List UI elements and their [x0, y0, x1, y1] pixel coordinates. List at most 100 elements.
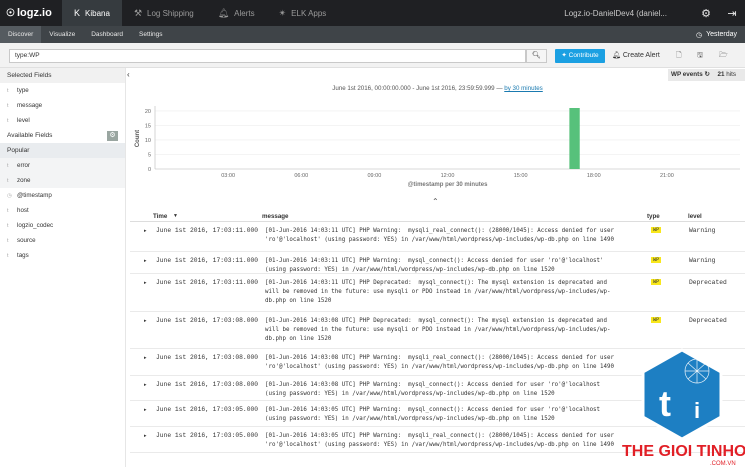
row-level: Deprecated — [689, 279, 727, 286]
row-type-badge: WP — [651, 227, 662, 233]
row-time: June 1st 2016, 17:03:05.000 — [156, 432, 259, 439]
y-axis-label: Count — [135, 130, 141, 147]
nav-elk-apps-label: ELK Apps — [291, 8, 327, 18]
collapse-chart-icon[interactable]: ⌃ — [432, 197, 439, 206]
text-type-icon: t — [7, 207, 9, 214]
row-time: June 1st 2016, 17:03:11.000 — [156, 227, 259, 234]
row-time: June 1st 2016, 17:03:11.000 — [156, 257, 259, 264]
search-button[interactable]: 🔍︎ — [526, 49, 547, 63]
timepicker-label: Yesterday — [706, 31, 737, 38]
nav-alerts[interactable]: 🔔︎ Alerts — [206, 0, 267, 26]
search-input[interactable]: type:WP — [9, 49, 526, 63]
row-time: June 1st 2016, 17:03:08.000 — [156, 354, 259, 361]
level-column-header[interactable]: level — [688, 213, 702, 220]
watermark-logo: t i THE GIOI TINHOC .COM.VN — [622, 348, 745, 467]
collapse-sidebar-icon[interactable]: ‹ — [127, 70, 130, 79]
text-type-icon: t — [7, 162, 9, 169]
text-type-icon: t — [7, 102, 9, 109]
x-tick-label: 21:00 — [660, 173, 674, 179]
expand-row-icon[interactable]: ▸ — [144, 407, 147, 413]
bell-icon: 🔔︎ — [612, 52, 621, 59]
table-row[interactable]: ▸ June 1st 2016, 17:03:08.000 [01-Jun-2016… — [130, 312, 745, 349]
time-range-header: June 1st 2016, 00:00:00.000 - June 1st 2… — [130, 85, 745, 92]
tab-visualize[interactable]: Visualize — [41, 26, 83, 43]
row-message: [01-Jun-2016 14:03:11 UTC] PHP Deprecate… — [265, 280, 611, 304]
row-type-badge: WP — [651, 257, 662, 263]
tab-dashboard[interactable]: Dashboard — [83, 26, 131, 43]
nav-elk-apps[interactable]: ✴ ELK Apps — [267, 0, 339, 26]
new-search-icon[interactable]: 🗋︎ — [676, 49, 682, 63]
svg-text:i: i — [694, 398, 700, 423]
field-label: @timestamp — [17, 192, 52, 199]
timepicker[interactable]: ◷ Yesterday — [696, 31, 745, 39]
available-fields-header: Available Fields ⚙ — [0, 128, 125, 143]
expand-row-icon[interactable]: ▸ — [144, 382, 147, 388]
time-column-header[interactable]: Time — [153, 213, 167, 220]
row-message: [01-Jun-2016 14:03:11 UTC] PHP Warning: … — [265, 228, 615, 243]
search-icon: 🔍︎ — [532, 52, 541, 59]
field-error[interactable]: t error — [0, 158, 125, 173]
field-level[interactable]: t level — [0, 113, 125, 128]
saved-search-name: WP events — [671, 71, 703, 78]
expand-row-icon[interactable]: ▸ — [144, 318, 147, 324]
available-fields-label: Available Fields — [7, 132, 53, 139]
logout-icon[interactable]: ⇥ — [719, 7, 745, 20]
reset-icon[interactable]: ↻ — [704, 71, 709, 78]
table-row[interactable]: ▸ June 1st 2016, 17:03:11.000 [01-Jun-2016… — [130, 274, 745, 312]
field-zone[interactable]: t zone — [0, 173, 125, 188]
field-type[interactable]: t type — [0, 83, 125, 98]
text-type-icon: t — [7, 117, 9, 124]
time-range-text: June 1st 2016, 00:00:00.000 - June 1st 2… — [332, 85, 503, 92]
field-logzio-codec[interactable]: t logzio_codec — [0, 218, 125, 233]
bell-icon: 🔔︎ — [217, 7, 230, 18]
documents-table: Time ▼ message type level ▸ June 1st 2016… — [130, 211, 745, 453]
row-message: [01-Jun-2016 14:03:08 UTC] PHP Warning: … — [265, 382, 601, 397]
tab-discover[interactable]: Discover — [0, 26, 42, 43]
svg-text:.COM.VN: .COM.VN — [710, 461, 736, 467]
field-sidebar: Selected Fields t type t message t level Av… — [0, 68, 126, 467]
field-host[interactable]: t host — [0, 203, 125, 218]
message-column-header[interactable]: message — [262, 213, 289, 220]
selected-fields-header: Selected Fields — [0, 68, 125, 83]
interval-link[interactable]: by 30 minutes — [504, 85, 543, 92]
logo-text: logz.io — [16, 7, 52, 19]
row-level: Deprecated — [689, 317, 727, 324]
row-level: Warning — [689, 227, 716, 234]
expand-row-icon[interactable]: ▸ — [144, 258, 147, 264]
field-label: level — [17, 117, 30, 124]
expand-row-icon[interactable]: ▸ — [144, 433, 147, 439]
create-alert-button[interactable]: 🔔︎ Create Alert — [612, 49, 660, 63]
table-row[interactable]: ▸ June 1st 2016, 17:03:11.000 [01-Jun-2016… — [130, 222, 745, 252]
expand-row-icon[interactable]: ▸ — [144, 355, 147, 361]
open-search-icon[interactable]: 🗁︎ — [719, 49, 728, 63]
nav-kibana[interactable]: K Kibana — [62, 0, 122, 26]
logzio-logo[interactable]: ☉ logz.io — [0, 0, 62, 26]
field-source[interactable]: t source — [0, 233, 125, 248]
logo-mark-icon: ☉ — [6, 7, 15, 19]
field-timestamp[interactable]: ◷ @timestamp — [0, 188, 125, 203]
save-search-icon[interactable]: 🖫︎ — [697, 49, 703, 63]
expand-row-icon[interactable]: ▸ — [144, 280, 147, 286]
field-label: host — [17, 207, 29, 214]
tab-settings[interactable]: Settings — [131, 26, 171, 43]
sort-desc-icon[interactable]: ▼ — [173, 213, 178, 219]
gear-icon[interactable]: ⚙ — [107, 130, 118, 141]
gear-icon[interactable]: ⚙ — [693, 7, 719, 20]
table-row[interactable]: ▸ June 1st 2016, 17:03:11.000 [01-Jun-2016… — [130, 252, 745, 274]
y-tick-label: 0 — [148, 167, 151, 173]
histogram-bar — [569, 108, 580, 169]
field-tags[interactable]: t tags — [0, 248, 125, 263]
row-message: [01-Jun-2016 14:03:11 UTC] PHP Warning: … — [265, 258, 604, 273]
row-time: June 1st 2016, 17:03:08.000 — [156, 381, 259, 388]
nav-kibana-label: Kibana — [85, 8, 110, 18]
field-message[interactable]: t message — [0, 98, 125, 113]
expand-row-icon[interactable]: ▸ — [144, 228, 147, 234]
kibana-icon: K — [74, 8, 81, 18]
row-type-badge: WP — [651, 279, 662, 285]
nav-log-shipping[interactable]: ⚒ Log Shipping — [122, 0, 206, 26]
y-tick-label: 10 — [145, 138, 151, 144]
type-column-header[interactable]: type — [647, 213, 660, 220]
nav-log-shipping-label: Log Shipping — [147, 8, 194, 18]
account-menu[interactable]: Logz.io-DanielDev4 (daniel... — [564, 9, 667, 18]
contribute-button[interactable]: ✦ Contribute — [555, 49, 605, 63]
